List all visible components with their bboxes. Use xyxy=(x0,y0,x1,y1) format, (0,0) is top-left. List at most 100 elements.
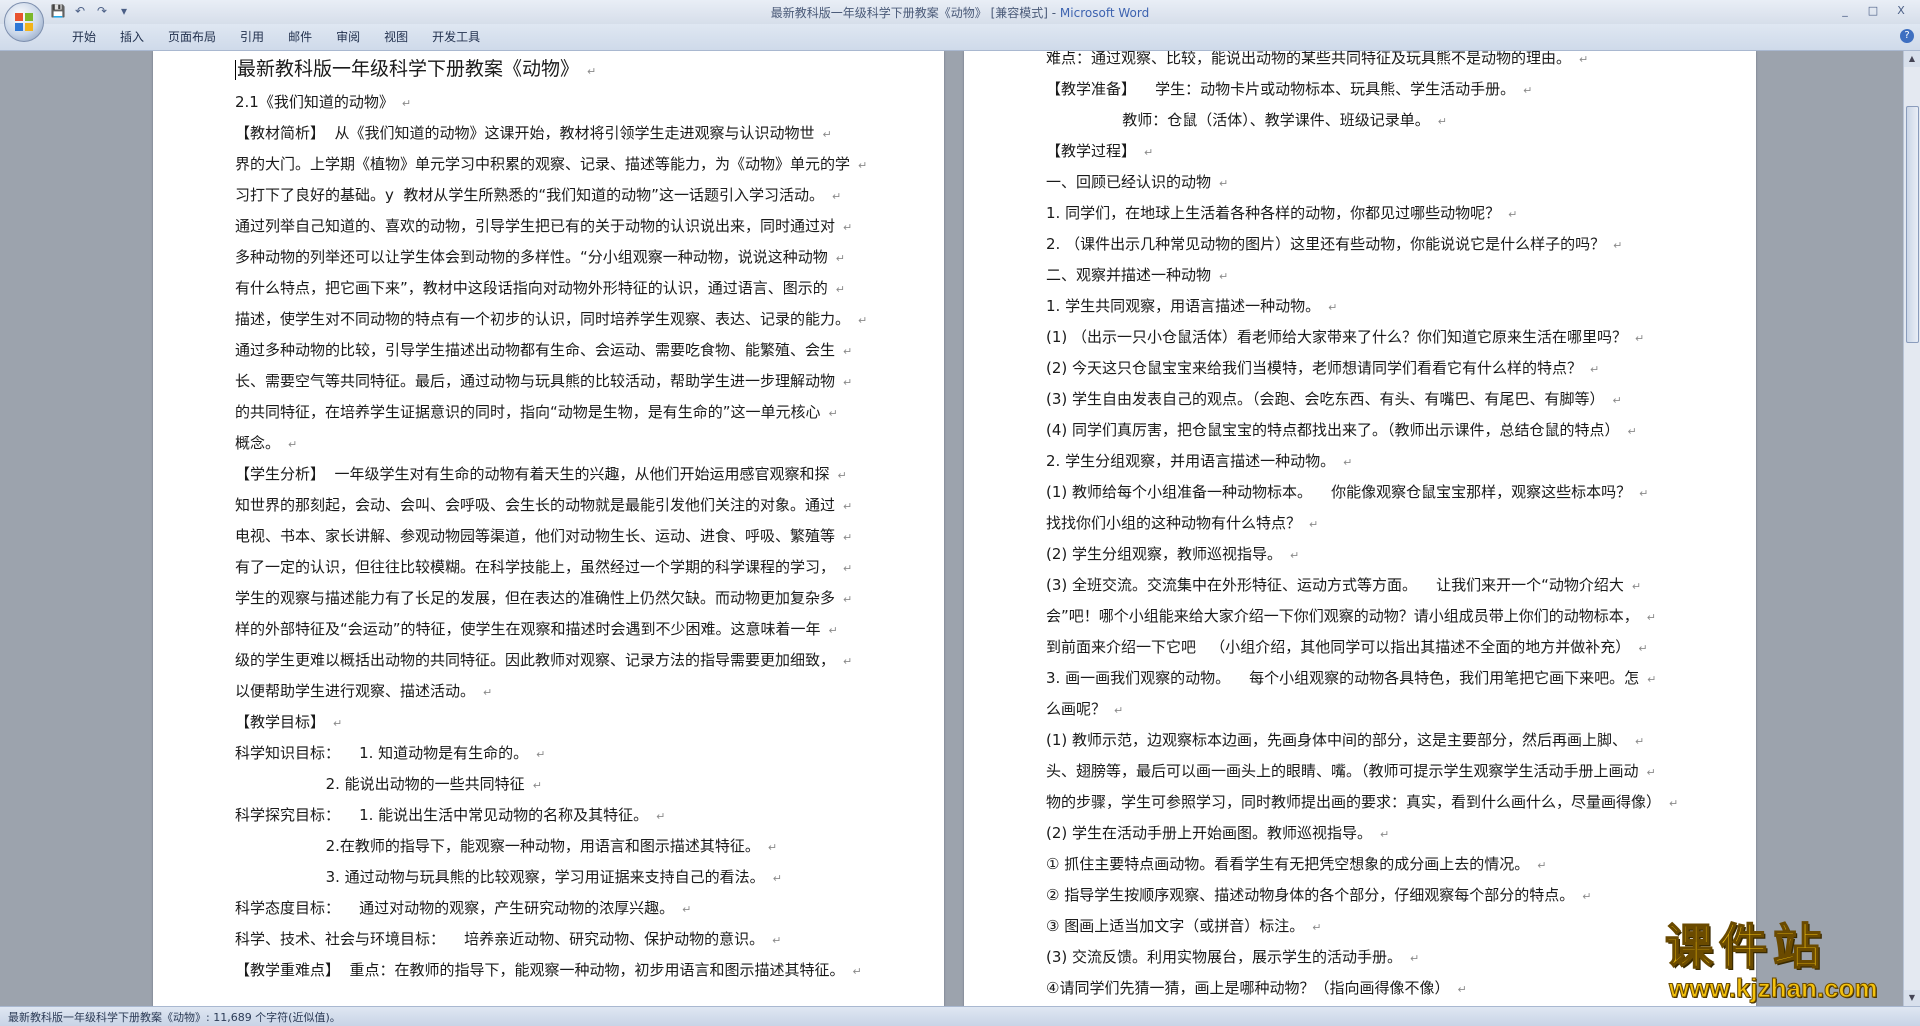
document-line[interactable]: (2) 今天这只仓鼠宝宝来给我们当模特，老师想请同学们看看它有什么样的特点？ ↵ xyxy=(1046,353,1678,384)
paragraph-mark-icon: ↵ xyxy=(1638,642,1648,655)
paragraph-mark-icon: ↵ xyxy=(333,717,343,730)
document-page-left[interactable]: 最新教科版一年级科学下册教案《动物》 ↵ 2.1《我们知道的动物》 ↵ 【教材简析】 从… xyxy=(153,51,944,1006)
line-text: ② 指导学生按顺序观察、描述动物身体的各个部分，仔细观察每个部分的特点。 xyxy=(1046,886,1575,904)
document-line[interactable]: 【教学过程】 ↵ xyxy=(1046,136,1678,167)
line-text: 科学知识目标： 1. 知道动物是有生命的。 xyxy=(235,744,529,762)
document-line[interactable]: (3) 全班交流。交流集中在外形特征、运动方式等方面。 让我们来开一个“动物介绍… xyxy=(1046,570,1678,601)
document-line[interactable]: (2) 学生分组观察，教师巡视指导。 ↵ xyxy=(1046,539,1678,570)
document-line[interactable]: (3) 交流反馈。利用实物展台，展示学生的活动手册。 ↵ xyxy=(1046,942,1678,973)
page-text-left[interactable]: 最新教科版一年级科学下册教案《动物》 ↵ 2.1《我们知道的动物》 ↵ 【教材简析】 从… xyxy=(235,51,867,986)
document-line[interactable]: (3) 学生自由发表自己的观点。（会跑、会吃东西、有头、有嘴巴、有尾巴、有脚等）… xyxy=(1046,384,1678,415)
ribbon-tabs: 开始 插入 页面布局 引用 邮件 审阅 视图 开发工具 xyxy=(60,29,492,45)
document-line[interactable]: 的共同特征，在培养学生证据意识的同时，指向“动物是生物，是有生命的”这一单元核心… xyxy=(235,397,867,428)
document-line[interactable]: 到前面来介绍一下它吧 （小组介绍，其他同学可以指出其描述不全面的地方并做补充） ↵ xyxy=(1046,632,1678,663)
close-button[interactable]: X xyxy=(1888,2,1914,20)
tab-insert[interactable]: 插入 xyxy=(108,29,156,45)
line-text: 科学态度目标： 通过对动物的观察，产生研究动物的浓厚兴趣。 xyxy=(235,899,675,917)
document-line[interactable]: 科学、技术、社会与环境目标： 培养亲近动物、研究动物、保护动物的意识。 ↵ xyxy=(235,924,867,955)
document-line[interactable]: (4) 同学们真厉害，把仓鼠宝宝的特点都找出来了。（教师出示课件，总结仓鼠的特点… xyxy=(1046,415,1678,446)
vertical-scrollbar[interactable]: ▲ ▼ xyxy=(1903,51,1920,1006)
document-line[interactable]: (1) 教师示范，边观察标本边画，先画身体中间的部分，这是主要部分，然后再画上脚… xyxy=(1046,725,1678,756)
office-button[interactable] xyxy=(4,2,44,42)
paragraph-mark-icon: ↵ xyxy=(1627,425,1637,438)
document-line[interactable]: 多种动物的列举还可以让学生体会到动物的多样性。“分小组观察一种动物，说说这种动物… xyxy=(235,242,867,273)
document-line[interactable]: 有了一定的认识，但往往比较模糊。在科学技能上，虽然经过一个学期的科学课程的学习，… xyxy=(235,552,867,583)
word-count-status[interactable]: 最新教科版一年级科学下册教案《动物》: 11,689 个字符(近似值)。 xyxy=(8,1009,341,1025)
document-line[interactable]: 一、回顾已经认识的动物 ↵ xyxy=(1046,167,1678,198)
document-line[interactable]: 通过多种动物的比较，引导学生描述出动物都有生命、会运动、需要吃食物、能繁殖、会生… xyxy=(235,335,867,366)
tab-page-layout[interactable]: 页面布局 xyxy=(156,29,228,45)
document-line[interactable]: 学生的观察与描述能力有了长足的发展，但在表达的准确性上仍然欠缺。而动物更加复杂多… xyxy=(235,583,867,614)
document-line[interactable]: 有什么特点，把它画下来”，教材中这段话指向对动物外形特征的认识，通过语言、图示的… xyxy=(235,273,867,304)
paragraph-mark-icon: ↵ xyxy=(843,221,853,234)
page-text-right[interactable]: 难点：通过观察、比较，能说出动物的某些共同特征及玩具熊不是动物的理由。 ↵ 【教学准… xyxy=(1046,51,1678,1004)
document-line[interactable]: ② 指导学生按顺序观察、描述动物身体的各个部分，仔细观察每个部分的特点。 ↵ xyxy=(1046,880,1678,911)
document-line[interactable]: ① 抓住主要特点画动物。看看学生有无把凭空想象的成分画上去的情况。 ↵ xyxy=(1046,849,1678,880)
document-line[interactable]: 电视、书本、家长讲解、参观动物园等渠道，他们对动物生长、运动、进食、呼吸、繁殖等… xyxy=(235,521,867,552)
document-area[interactable]: 最新教科版一年级科学下册教案《动物》 ↵ 2.1《我们知道的动物》 ↵ 【教材简析】 从… xyxy=(0,51,1904,1006)
tab-view[interactable]: 视图 xyxy=(372,29,420,45)
document-line[interactable]: 会”吧！哪个小组能来给大家介绍一下你们观察的动物？请小组成员带上你们的动物标本，… xyxy=(1046,601,1678,632)
paragraph-mark-icon: ↵ xyxy=(1219,177,1229,190)
tab-references[interactable]: 引用 xyxy=(228,29,276,45)
document-line[interactable]: 科学探究目标： 1. 能说出生活中常见动物的名称及其特征。 ↵ xyxy=(235,800,867,831)
document-line[interactable]: 2. 能说出动物的一些共同特征 ↵ xyxy=(235,769,867,800)
scroll-up-icon[interactable]: ▲ xyxy=(1904,51,1920,67)
document-line[interactable]: 2. 学生分组观察，并用语言描述一种动物。 ↵ xyxy=(1046,446,1678,477)
paragraph-mark-icon: ↵ xyxy=(828,407,838,420)
document-line[interactable]: 知世界的那刻起，会动、会叫、会呼吸、会生长的动物就是最能引发他们关注的对象。通过… xyxy=(235,490,867,521)
document-line[interactable]: 1. 同学们，在地球上生活着各种各样的动物，你都见过哪些动物呢？ ↵ xyxy=(1046,198,1678,229)
document-line[interactable]: 【教学重难点】 重点：在教师的指导下，能观察一种动物，初步用语言和图示描述其特征… xyxy=(235,955,867,986)
document-line[interactable]: 2.1《我们知道的动物》 ↵ xyxy=(235,87,867,118)
document-line[interactable]: 【教学准备】 学生：动物卡片或动物标本、玩具熊、学生活动手册。 ↵ xyxy=(1046,74,1678,105)
paragraph-mark-icon: ↵ xyxy=(1457,983,1467,996)
document-line[interactable]: 级的学生更难以概括出动物的共同特征。因此教师对观察、记录方法的指导需要更加细致，… xyxy=(235,645,867,676)
paragraph-mark-icon: ↵ xyxy=(1312,921,1322,934)
document-line[interactable]: 1. 学生共同观察，用语言描述一种动物。 ↵ xyxy=(1046,291,1678,322)
document-line[interactable]: 找找你们小组的这种动物有什么特点？ ↵ xyxy=(1046,508,1678,539)
document-line[interactable]: (1) （出示一只小仓鼠活体）看老师给大家带来了什么？你们知道它原来生活在哪里吗… xyxy=(1046,322,1678,353)
document-line[interactable]: 【教学目标】 ↵ xyxy=(235,707,867,738)
document-line[interactable]: 最新教科版一年级科学下册教案《动物》 ↵ xyxy=(235,51,867,87)
tab-mailings[interactable]: 邮件 xyxy=(276,29,324,45)
document-line[interactable]: 2.在教师的指导下，能观察一种动物，用语言和图示描述其特征。 ↵ xyxy=(235,831,867,862)
document-line[interactable]: 长、需要空气等共同特征。最后，通过动物与玩具熊的比较活动，帮助学生进一步理解动物… xyxy=(235,366,867,397)
document-line[interactable]: 通过列举自己知道的、喜欢的动物，引导学生把已有的关于动物的认识说出来，同时通过对… xyxy=(235,211,867,242)
document-line[interactable]: 难点：通过观察、比较，能说出动物的某些共同特征及玩具熊不是动物的理由。 ↵ xyxy=(1046,51,1678,74)
document-page-right[interactable]: 难点：通过观察、比较，能说出动物的某些共同特征及玩具熊不是动物的理由。 ↵ 【教学准… xyxy=(964,51,1756,1006)
minimize-button[interactable]: _ xyxy=(1832,2,1858,20)
document-line[interactable]: 二、观察并描述一种动物 ↵ xyxy=(1046,260,1678,291)
document-line[interactable]: (2) 学生在活动手册上开始画图。教师巡视指导。 ↵ xyxy=(1046,818,1678,849)
line-text: 2.1《我们知道的动物》 xyxy=(235,93,394,111)
help-icon[interactable]: ? xyxy=(1900,29,1914,43)
document-line[interactable]: 习打下了良好的基础。y 教材从学生所熟悉的“我们知道的动物”这一话题引入学习活动… xyxy=(235,180,867,211)
line-text: 么画呢？ xyxy=(1046,700,1107,718)
document-line[interactable]: 头、翅膀等，最后可以画一画头上的眼睛、嘴。（教师可提示学生观察学生活动手册上画动… xyxy=(1046,756,1678,787)
document-line[interactable]: 物的步骤，学生可参照学习，同时教师提出画的要求：真实，看到什么画什么，尽量画得像… xyxy=(1046,787,1678,818)
document-line[interactable]: 么画呢？ ↵ xyxy=(1046,694,1678,725)
document-line[interactable]: 【教材简析】 从《我们知道的动物》这课开始，教材将引领学生走进观察与认识动物世 ↵ xyxy=(235,118,867,149)
document-line[interactable]: 描述，使学生对不同动物的特点有一个初步的认识，同时培养学生观察、表达、记录的能力… xyxy=(235,304,867,335)
document-line[interactable]: 3. 画一画我们观察的动物。 每个小组观察的动物各具特色，我们用笔把它画下来吧。… xyxy=(1046,663,1678,694)
document-line[interactable]: 【学生分析】 一年级学生对有生命的动物有着天生的兴趣，从他们开始运用感官观察和探… xyxy=(235,459,867,490)
document-line[interactable]: 科学态度目标： 通过对动物的观察，产生研究动物的浓厚兴趣。 ↵ xyxy=(235,893,867,924)
scrollbar-thumb[interactable] xyxy=(1906,106,1919,343)
document-line[interactable]: 3. 通过动物与玩具熊的比较观察，学习用证据来支持自己的看法。 ↵ xyxy=(235,862,867,893)
paragraph-mark-icon: ↵ xyxy=(1579,53,1589,66)
document-line[interactable]: (1) 教师给每个小组准备一种动物标本。 你能像观察仓鼠宝宝那样，观察这些标本吗… xyxy=(1046,477,1678,508)
tab-home[interactable]: 开始 xyxy=(60,29,108,45)
line-text: (3) 学生自由发表自己的观点。（会跑、会吃东西、有头、有嘴巴、有尾巴、有脚等） xyxy=(1046,390,1605,408)
tab-developer[interactable]: 开发工具 xyxy=(420,29,492,45)
tab-review[interactable]: 审阅 xyxy=(324,29,372,45)
document-line[interactable]: 教师：仓鼠（活体）、教学课件、班级记录单。 ↵ xyxy=(1046,105,1678,136)
document-line[interactable]: 2. （课件出示几种常见动物的图片）这里还有些动物，你能说说它是什么样子的吗？ ↵ xyxy=(1046,229,1678,260)
document-line[interactable]: 界的大门。上学期《植物》单元学习中积累的观察、记录、描述等能力，为《动物》单元的… xyxy=(235,149,867,180)
paragraph-mark-icon: ↵ xyxy=(1114,704,1124,717)
document-line[interactable]: 以便帮助学生进行观察、描述活动。 ↵ xyxy=(235,676,867,707)
document-line[interactable]: 概念。 ↵ xyxy=(235,428,867,459)
document-line[interactable]: 科学知识目标： 1. 知道动物是有生命的。 ↵ xyxy=(235,738,867,769)
document-line[interactable]: 样的外部特征及“会运动”的特征，使学生在观察和描述时会遇到不少困难。这意味着一年… xyxy=(235,614,867,645)
maximize-button[interactable]: □ xyxy=(1860,2,1886,20)
document-line[interactable]: ③ 图画上适当加文字（或拼音）标注。 ↵ xyxy=(1046,911,1678,942)
document-line[interactable]: ④请同学们先猜一猜，画上是哪种动物？（指向画得像不像） ↵ xyxy=(1046,973,1678,1004)
